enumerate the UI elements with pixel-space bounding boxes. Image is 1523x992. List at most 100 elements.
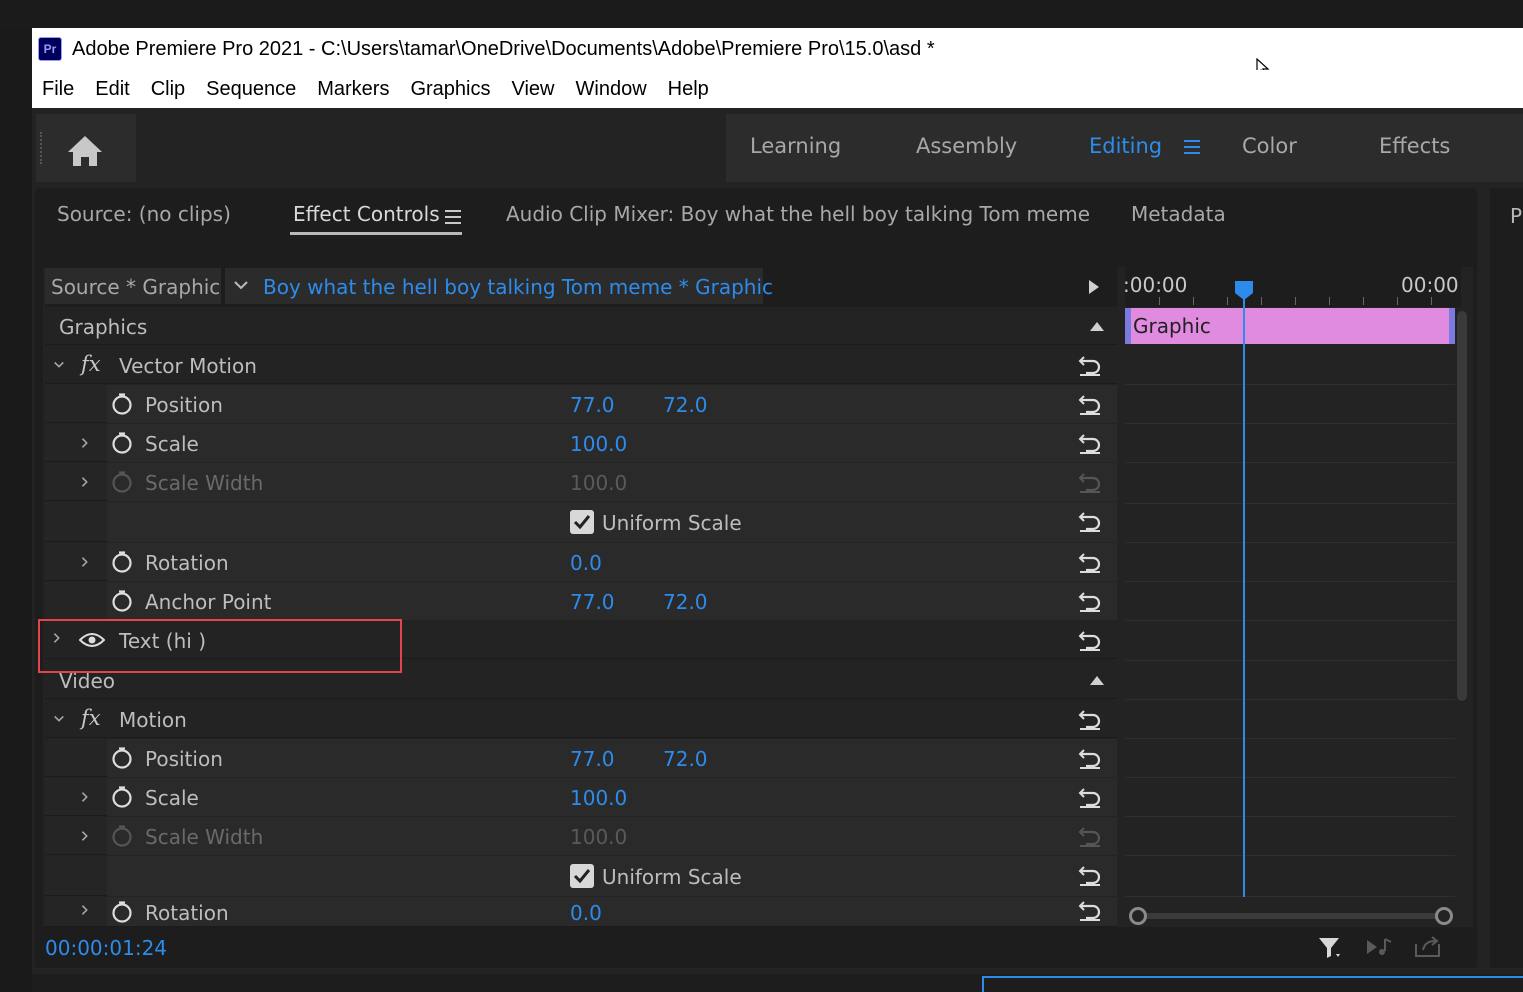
chevron-right-icon[interactable]: [79, 790, 91, 804]
row-divider: [1125, 738, 1455, 739]
reset-icon[interactable]: [1078, 629, 1102, 651]
stopwatch-icon[interactable]: [111, 901, 133, 923]
menu-clip[interactable]: Clip: [151, 78, 185, 101]
horizontal-zoom-scrollbar[interactable]: [1129, 907, 1453, 925]
scroll-track[interactable]: [1139, 913, 1443, 919]
fx-icon[interactable]: fx: [81, 706, 101, 730]
vector-motion-row[interactable]: fx Vector Motion: [45, 346, 1117, 384]
filter-icon[interactable]: [1317, 936, 1345, 960]
clip-start-handle[interactable]: [1125, 308, 1131, 344]
stopwatch-icon[interactable]: [111, 786, 133, 808]
collapse-up-icon[interactable]: [1089, 674, 1105, 686]
reset-icon[interactable]: [1078, 747, 1102, 769]
chevron-right-icon[interactable]: [79, 829, 91, 843]
menu-markers[interactable]: Markers: [317, 78, 389, 101]
tab-metadata[interactable]: Metadata: [1131, 202, 1226, 226]
play-audio-icon[interactable]: [1365, 936, 1395, 958]
ruler-tick: [1329, 297, 1330, 305]
stopwatch-icon[interactable]: [111, 393, 133, 415]
scale-value[interactable]: 100.0: [570, 432, 627, 456]
stopwatch-icon[interactable]: [111, 432, 133, 454]
row-divider: [1125, 855, 1455, 856]
menu-sequence[interactable]: Sequence: [206, 78, 296, 101]
title-bar: Pr Adobe Premiere Pro 2021 - C:\Users\ta…: [32, 28, 1523, 70]
menu-edit[interactable]: Edit: [95, 78, 129, 101]
tab-effect-controls[interactable]: Effect Controls: [293, 202, 440, 226]
rotation-value[interactable]: 0.0: [570, 901, 602, 925]
play-triangle-icon[interactable]: [1087, 279, 1101, 295]
source-clip-selector[interactable]: Boy what the hell boy talking Tom meme *…: [225, 268, 773, 304]
chevron-right-icon[interactable]: [79, 475, 91, 489]
row-divider: [1125, 777, 1455, 778]
workspace-color[interactable]: Color: [1242, 134, 1297, 158]
stopwatch-icon[interactable]: [111, 747, 133, 769]
position-y-value[interactable]: 72.0: [663, 393, 708, 417]
graphics-section-header[interactable]: Graphics: [45, 307, 1117, 345]
ruler-end-time: 00:00: [1401, 273, 1459, 297]
row-divider: [1125, 542, 1455, 543]
adjacent-panel-label[interactable]: P: [1510, 204, 1522, 228]
menu-file[interactable]: File: [42, 78, 74, 101]
chevron-right-icon[interactable]: [79, 436, 91, 450]
position-x-value[interactable]: 77.0: [570, 747, 615, 771]
menu-help[interactable]: Help: [668, 78, 709, 101]
position-y-value[interactable]: 72.0: [663, 747, 708, 771]
tab-audio-clip-mixer[interactable]: Audio Clip Mixer: Boy what the hell boy …: [506, 202, 1090, 226]
grip-handle[interactable]: [40, 132, 44, 164]
workspace-menu-icon[interactable]: [1184, 140, 1200, 156]
home-icon[interactable]: [66, 134, 104, 168]
workspace-assembly[interactable]: Assembly: [916, 134, 1017, 158]
reset-icon[interactable]: [1078, 393, 1102, 415]
clip-end-handle[interactable]: [1449, 308, 1455, 344]
reset-icon[interactable]: [1078, 786, 1102, 808]
workspace-effects[interactable]: Effects: [1379, 134, 1450, 158]
chevron-down-icon[interactable]: [233, 278, 249, 292]
motion-row[interactable]: fx Motion: [45, 700, 1117, 738]
motion-scale-width-row: Scale Width 100.0: [45, 817, 1117, 855]
vm-position-row: Position 77.0 72.0: [45, 385, 1117, 423]
tab-source[interactable]: Source: (no clips): [57, 202, 231, 226]
stopwatch-icon[interactable]: [111, 551, 133, 573]
stopwatch-icon[interactable]: [111, 590, 133, 612]
playhead-icon[interactable]: [1233, 279, 1255, 301]
chevron-right-icon[interactable]: [79, 555, 91, 569]
current-timecode[interactable]: 00:00:01:24: [45, 936, 167, 960]
workspace-editing[interactable]: Editing: [1089, 134, 1162, 158]
reset-icon[interactable]: [1078, 708, 1102, 730]
chevron-right-icon[interactable]: [79, 903, 91, 917]
zoom-handle-right[interactable]: [1435, 907, 1453, 925]
menu-view[interactable]: View: [512, 78, 555, 101]
export-icon[interactable]: [1413, 936, 1443, 958]
position-x-value[interactable]: 77.0: [570, 393, 615, 417]
workspace-learning[interactable]: Learning: [750, 134, 841, 158]
source-master[interactable]: Source * Graphic: [45, 268, 221, 304]
panel-menu-icon[interactable]: [445, 210, 461, 224]
time-ruler[interactable]: :00:00 00:00: [1123, 267, 1461, 307]
graphic-clip[interactable]: Graphic: [1125, 308, 1455, 344]
reset-icon[interactable]: [1078, 551, 1102, 573]
reset-icon[interactable]: [1078, 354, 1102, 376]
uniform-scale-checkbox[interactable]: [570, 510, 594, 534]
scale-value[interactable]: 100.0: [570, 786, 627, 810]
checkmark-icon: [573, 515, 591, 530]
zoom-handle-left[interactable]: [1129, 907, 1147, 925]
reset-icon[interactable]: [1078, 432, 1102, 454]
rotation-value[interactable]: 0.0: [570, 551, 602, 575]
reset-icon[interactable]: [1078, 510, 1102, 532]
fx-icon[interactable]: fx: [81, 352, 101, 376]
reset-icon[interactable]: [1078, 899, 1102, 921]
playhead-line[interactable]: [1243, 297, 1245, 897]
reset-icon[interactable]: [1078, 864, 1102, 886]
uniform-scale-label: Uniform Scale: [602, 511, 742, 535]
collapse-up-icon[interactable]: [1089, 320, 1105, 332]
chevron-down-icon[interactable]: [53, 358, 65, 372]
menu-window[interactable]: Window: [576, 78, 647, 101]
reset-icon[interactable]: [1078, 590, 1102, 612]
anchor-x-value[interactable]: 77.0: [570, 590, 615, 614]
chevron-down-icon[interactable]: [53, 712, 65, 726]
row-divider: [1125, 462, 1455, 463]
anchor-y-value[interactable]: 72.0: [663, 590, 708, 614]
uniform-scale-checkbox[interactable]: [570, 864, 594, 888]
menu-graphics[interactable]: Graphics: [410, 78, 490, 101]
vertical-scrollbar[interactable]: [1457, 311, 1467, 701]
